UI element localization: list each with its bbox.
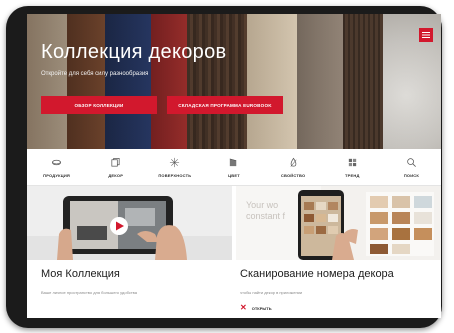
menu-icon	[422, 32, 430, 38]
background-text-line: Your wo	[246, 200, 279, 210]
hero-banner: Коллекция декоров Откройте для себя силу…	[27, 14, 441, 149]
nav-item-surface[interactable]: ПОВЕРХНОСТЬ	[145, 149, 204, 185]
stock-program-button[interactable]: СКЛАДСКАЯ ПРОГРАММА EUROBOOK	[167, 96, 283, 114]
nav-item-search[interactable]: ПОИСК	[382, 149, 441, 185]
nav-item-color[interactable]: ЦВЕТ	[204, 149, 263, 185]
scan-decor-card[interactable]: Your wo constant f Сканирование номера д…	[236, 186, 441, 318]
my-collection-card[interactable]: Моя Коллекция Ваше личное пространство д…	[27, 186, 232, 318]
nav-label: ЦВЕТ	[228, 172, 240, 178]
search-icon	[407, 157, 416, 167]
category-nav: ПРОДУКЦИЯ ДЕКОР ПОВЕРХНОСТЬ ЦВЕТ СВОЙСТВ…	[27, 149, 441, 186]
app-screen: Коллекция декоров Откройте для себя силу…	[27, 14, 441, 318]
decor-icon	[111, 157, 120, 167]
scan-icon: ✕	[240, 303, 247, 312]
color-icon	[230, 158, 237, 166]
hero-subtitle: Откройте для себя силу разнообразия	[41, 71, 149, 77]
nav-label: ПОИСК	[403, 172, 420, 178]
collection-card-image	[27, 186, 232, 260]
nav-item-products[interactable]: ПРОДУКЦИЯ	[27, 149, 86, 185]
nav-label: ТРЕНД	[345, 172, 360, 178]
product-icon	[52, 159, 62, 165]
scan-card-image: Your wo constant f	[236, 186, 441, 260]
tablet-hands-illustration	[27, 186, 232, 260]
page-title: Коллекция декоров	[41, 41, 227, 63]
nav-item-decor[interactable]: ДЕКОР	[86, 149, 145, 185]
menu-button[interactable]	[419, 28, 433, 42]
scan-card-description: чтобы найти декор в приложении	[240, 290, 303, 295]
phone-scan-illustration	[236, 186, 441, 260]
nav-label: ПОВЕРХНОСТЬ	[158, 172, 192, 178]
surface-icon	[170, 157, 180, 167]
nav-label: ПРОДУКЦИЯ	[43, 172, 70, 178]
property-icon	[290, 157, 297, 167]
nav-item-trend[interactable]: ТРЕНД	[323, 149, 382, 185]
nav-item-property[interactable]: СВОЙСТВО	[264, 149, 323, 185]
collection-overview-button[interactable]: ОБЗОР КОЛЛЕКЦИИ	[41, 96, 157, 114]
open-link-label: ОТКРЫТЬ	[251, 305, 272, 311]
collection-card-title: Моя Коллекция	[41, 268, 120, 280]
hero-overlay	[27, 14, 441, 149]
nav-label: СВОЙСТВО	[280, 172, 306, 178]
background-text-line: constant f	[246, 211, 286, 221]
open-scanner-link[interactable]: ✕ ОТКРЫТЬ	[240, 304, 272, 312]
collection-card-description: Ваше личное пространство для большего уд…	[41, 290, 137, 295]
trend-icon	[348, 158, 356, 166]
nav-label: ДЕКОР	[108, 172, 124, 178]
scan-card-title: Сканирование номера декора	[240, 268, 394, 280]
